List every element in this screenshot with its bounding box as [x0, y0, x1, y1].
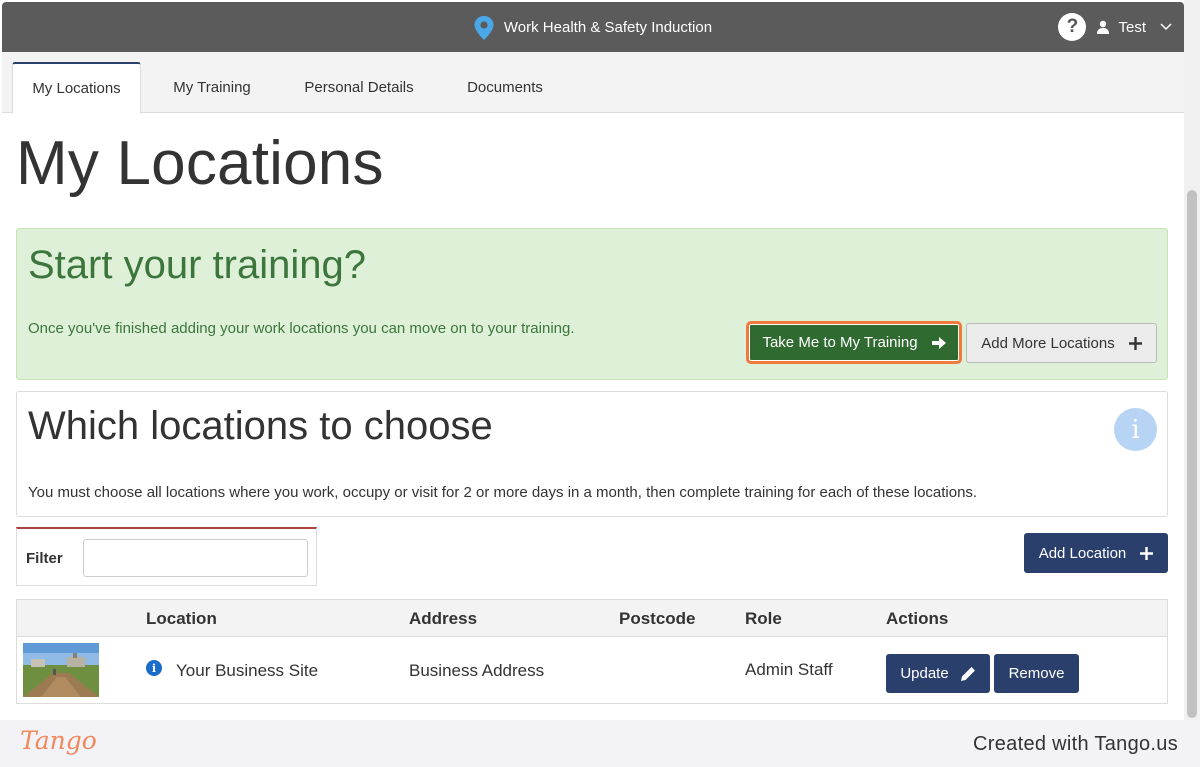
take-me-to-training-label: Take Me to My Training [762, 334, 918, 351]
top-navbar: Work Health & Safety Induction ? Test [2, 2, 1184, 52]
user-icon [1097, 20, 1110, 34]
column-header-role: Role [745, 609, 782, 628]
location-pin-icon [474, 16, 494, 40]
arrow-right-icon [931, 336, 946, 349]
tab-bar: My Locations My Training Personal Detail… [2, 52, 1184, 114]
plus-icon [1140, 546, 1154, 560]
remove-button[interactable]: Remove [994, 654, 1079, 693]
update-button[interactable]: Update [886, 654, 990, 693]
info-text: You must choose all locations where you … [28, 484, 978, 501]
location-info-icon[interactable]: i [146, 660, 162, 676]
location-thumbnail [23, 643, 99, 697]
column-header-address: Address [409, 609, 478, 628]
browser-viewport: Work Health & Safety Induction ? Test My… [0, 0, 1200, 767]
column-header-location: Location [146, 609, 217, 628]
app-title: Work Health & Safety Induction [503, 18, 713, 36]
tab-my-locations[interactable]: My Locations [12, 62, 141, 114]
user-menu[interactable]: ? Test [1058, 11, 1172, 43]
row-location: Your Business Site [176, 661, 319, 680]
footer-credit: Created with Tango.us [973, 733, 1178, 755]
alert-heading: Start your training? [28, 243, 366, 287]
column-header-actions: Actions [886, 609, 949, 628]
pencil-icon [960, 667, 975, 681]
training-alert: Start your training? Once you've finishe… [16, 228, 1168, 380]
locations-table: Location Address Postcode Role Actions i… [16, 599, 1168, 704]
tab-documents[interactable]: Documents [450, 62, 560, 113]
help-icon[interactable]: ? [1058, 13, 1087, 41]
tango-logo: Tango [20, 726, 97, 755]
add-location-button[interactable]: Add Location [1024, 533, 1168, 573]
info-icon[interactable]: i [1114, 408, 1157, 451]
take-me-to-training-button[interactable]: Take Me to My Training [746, 321, 962, 364]
row-role: Admin Staff [745, 660, 833, 679]
locations-info-panel: Which locations to choose You must choos… [16, 391, 1168, 517]
tango-footer: Tango Created with Tango.us [0, 720, 1200, 767]
tab-personal-details[interactable]: Personal Details [288, 62, 430, 113]
app-brand[interactable]: Work Health & Safety Induction [2, 2, 1184, 52]
column-header-postcode: Postcode [619, 609, 696, 628]
alert-message: Once you've finished adding your work lo… [28, 320, 575, 337]
add-more-locations-button[interactable]: Add More Locations [966, 323, 1157, 363]
add-more-locations-label: Add More Locations [981, 334, 1115, 352]
table-header: Location Address Postcode Role Actions [17, 600, 1167, 637]
add-location-label: Add Location [1038, 544, 1127, 562]
page-title: My Locations [16, 129, 384, 198]
filter-input[interactable] [83, 539, 308, 577]
filter-box: Filter [16, 527, 317, 586]
scrollbar-thumb[interactable] [1187, 190, 1197, 718]
chevron-down-icon[interactable] [1160, 23, 1172, 31]
update-label: Update [900, 665, 949, 682]
user-name: Test [1118, 18, 1146, 36]
tab-my-training[interactable]: My Training [152, 62, 272, 113]
info-heading: Which locations to choose [28, 404, 493, 448]
plus-icon [1128, 336, 1142, 350]
table-row: i Your Business Site Business Address Ad… [17, 637, 1167, 703]
filter-label: Filter [26, 550, 63, 567]
row-address: Business Address [409, 661, 545, 680]
